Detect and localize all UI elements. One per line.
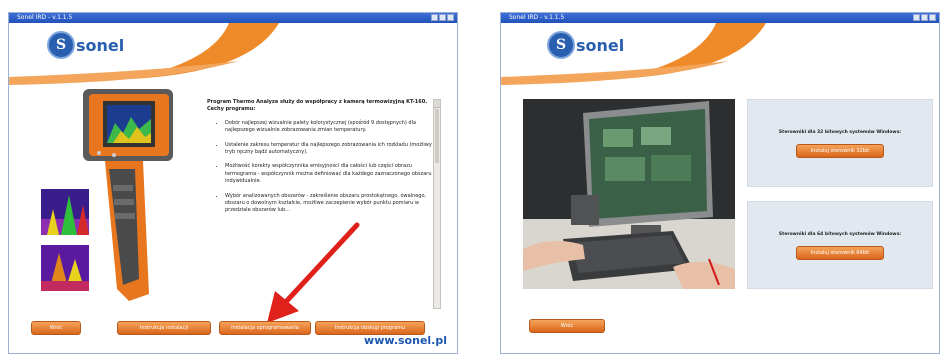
website-url[interactable]: www.sonel.pl (364, 334, 447, 347)
scroll-thumb[interactable] (435, 109, 439, 163)
maximize-icon[interactable] (921, 14, 928, 21)
installer-window-1: Sonel IRD - v.1.1.5 S sonel Program Ther… (8, 12, 458, 354)
driver-32bit-text: Sterowniki dla 32 bitowych systemów Wind… (778, 130, 902, 135)
scroll-up-icon[interactable] (434, 100, 440, 108)
list-item: Ustalenie zakresu temperatur dla najleps… (225, 142, 433, 157)
logo-ring: S (547, 31, 575, 59)
thermal-thumbnail-1 (41, 189, 89, 235)
list-item: Wybór analizowanych obszarów - zakreślen… (225, 193, 433, 215)
install-instructions-button[interactable]: Instrukcja instalacji (117, 321, 211, 335)
install-32bit-button[interactable]: Instaluj sterownik 32bit (796, 144, 884, 158)
minimize-icon[interactable] (431, 14, 438, 21)
computer-photo (523, 99, 735, 289)
window-title: Sonel IRD - v.1.1.5 (509, 14, 565, 21)
intro-text: Program Thermo Analyze służy do współpra… (207, 99, 428, 113)
minimize-icon[interactable] (913, 14, 920, 21)
window-title: Sonel IRD - v.1.1.5 (17, 14, 73, 21)
title-bar: Sonel IRD - v.1.1.5 (501, 13, 939, 23)
driver-64bit-panel: Sterowniki dla 64 bitowych systemów Wind… (747, 201, 933, 289)
title-bar: Sonel IRD - v.1.1.5 (9, 13, 457, 23)
installer-window-2: Sonel IRD - v.1.1.5 S sonel Sterowniki d… (500, 12, 940, 354)
close-icon[interactable] (929, 14, 936, 21)
install-software-button[interactable]: Instalacja oprogramowania (219, 321, 311, 335)
feature-list: Dobór najlepszej wizualnie palety kolory… (207, 120, 433, 215)
red-arrow-icon (267, 222, 360, 323)
back-button[interactable]: Wróć (529, 319, 605, 333)
back-button[interactable]: Wróć (31, 321, 81, 335)
close-icon[interactable] (447, 14, 454, 21)
list-item: Możliwość korekty współczynnika emisyjno… (225, 163, 433, 185)
sonel-logo: S sonel (547, 31, 624, 59)
logo-text: sonel (76, 35, 125, 55)
logo-ring: S (47, 31, 75, 59)
description-scrollbar[interactable] (433, 99, 441, 309)
user-manual-button[interactable]: Instrukcja obsługi programu (315, 321, 425, 335)
driver-32bit-panel: Sterowniki dla 32 bitowych systemów Wind… (747, 99, 933, 187)
list-item: Dobór najlepszej wizualnie palety kolory… (225, 120, 433, 135)
install-64bit-button[interactable]: Instaluj sterownik 64bit (796, 246, 884, 260)
thermal-thumbnail-2 (41, 245, 89, 291)
window-controls (431, 14, 454, 21)
window-controls (913, 14, 936, 21)
driver-64bit-text: Sterowniki dla 64 bitowych systemów Wind… (778, 232, 902, 237)
logo-text: sonel (576, 35, 625, 55)
maximize-icon[interactable] (439, 14, 446, 21)
sonel-logo: S sonel (47, 31, 124, 59)
